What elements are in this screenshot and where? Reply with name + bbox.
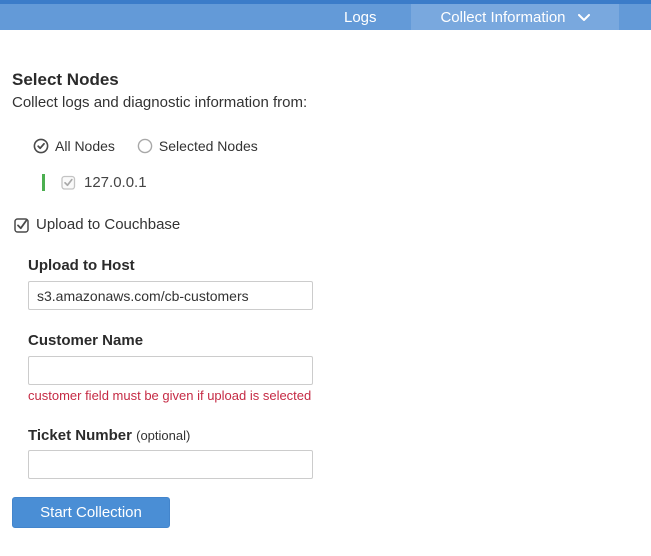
start-collection-button[interactable]: Start Collection — [12, 497, 170, 528]
radio-unchecked-icon — [137, 138, 153, 154]
customer-name-input[interactable] — [28, 356, 313, 385]
radio-all-nodes[interactable]: All Nodes — [33, 138, 115, 154]
radio-selected-nodes-label: Selected Nodes — [159, 138, 258, 154]
radio-checked-icon — [33, 138, 49, 154]
tab-logs-label: Logs — [344, 9, 377, 26]
node-list-row: 127.0.0.1 — [42, 174, 147, 191]
node-address: 127.0.0.1 — [84, 174, 147, 191]
radio-all-nodes-label: All Nodes — [55, 138, 115, 154]
upload-to-couchbase-checkbox[interactable]: Upload to Couchbase — [14, 216, 180, 233]
ticket-number-input[interactable] — [28, 450, 313, 479]
upload-host-input[interactable] — [28, 281, 313, 310]
node-scope-radio-row: All Nodes Selected Nodes — [33, 138, 258, 154]
tab-logs[interactable]: Logs — [344, 4, 377, 30]
header-navbar: Logs Collect Information — [0, 4, 651, 30]
checkbox-checked-icon — [14, 217, 30, 233]
page-subtitle: Collect logs and diagnostic information … — [12, 94, 307, 111]
ticket-number-label-text: Ticket Number — [28, 427, 132, 444]
tab-collect-information-label: Collect Information — [440, 9, 565, 26]
upload-host-label: Upload to Host — [28, 257, 135, 274]
node-checkbox-disabled-icon[interactable] — [61, 175, 76, 190]
upload-to-couchbase-label: Upload to Couchbase — [36, 216, 180, 233]
page-title: Select Nodes — [12, 70, 119, 90]
ticket-number-label: Ticket Number (optional) — [28, 427, 190, 444]
node-status-bar — [42, 174, 45, 191]
customer-name-error: customer field must be given if upload i… — [28, 388, 311, 403]
radio-selected-nodes[interactable]: Selected Nodes — [137, 138, 258, 154]
ticket-number-optional-text: (optional) — [136, 428, 190, 443]
customer-name-label: Customer Name — [28, 332, 143, 349]
collect-information-page: Logs Collect Information Select Nodes Co… — [0, 0, 651, 556]
chevron-down-icon — [578, 14, 590, 22]
tab-collect-information[interactable]: Collect Information — [411, 4, 619, 30]
